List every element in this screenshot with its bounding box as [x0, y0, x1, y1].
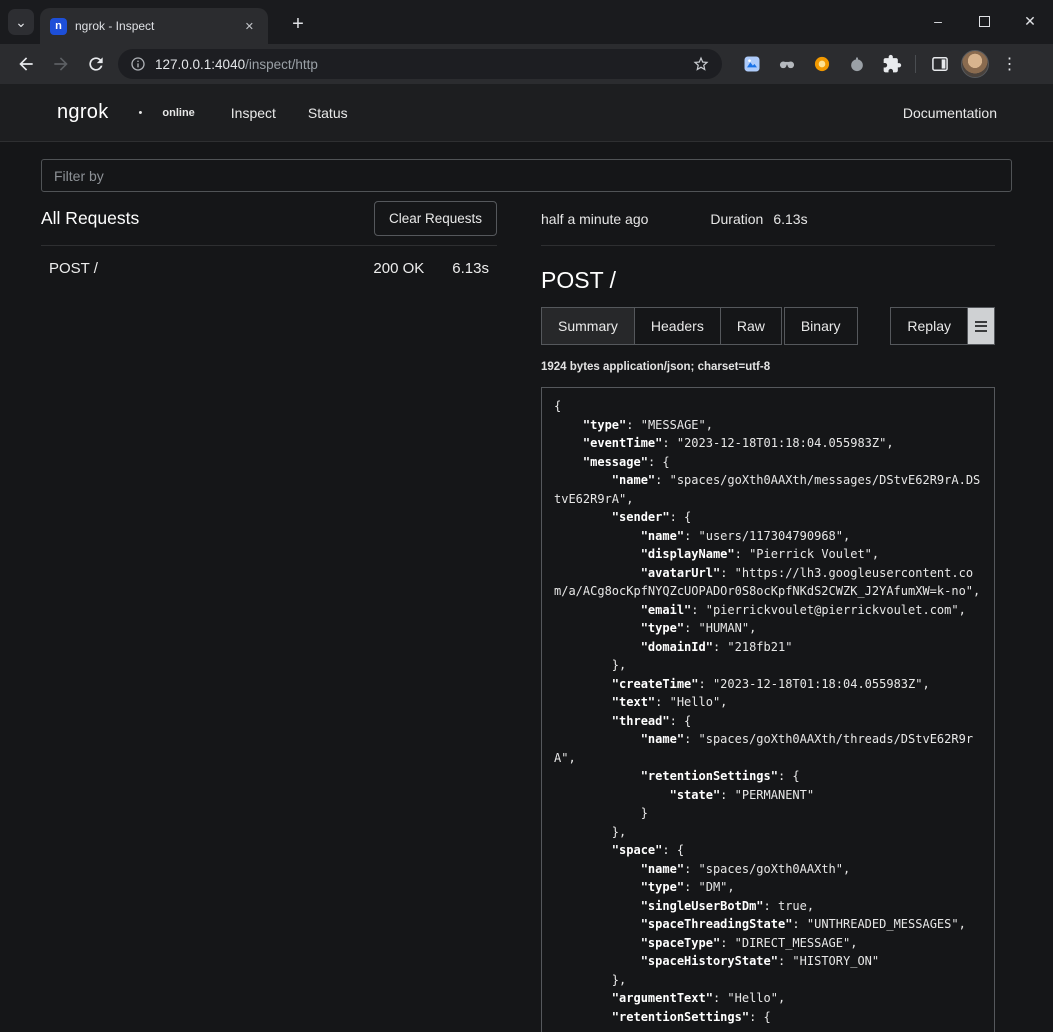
clear-requests-button[interactable]: Clear Requests — [374, 201, 497, 236]
replay-button[interactable]: Replay — [890, 307, 968, 345]
duration-label: Duration — [710, 211, 763, 227]
detail-title: POST / — [541, 267, 995, 294]
tab-strip: ⌄ n ngrok - Inspect ✕ + – ✕ — [0, 0, 1053, 44]
tab-search-button[interactable]: ⌄ — [8, 9, 34, 35]
kebab-menu-icon: ⋮ — [1002, 54, 1018, 74]
maximize-icon — [979, 16, 990, 27]
extension-icon-1[interactable] — [734, 47, 769, 81]
chevron-down-icon: ⌄ — [15, 14, 27, 31]
close-button[interactable]: ✕ — [1007, 0, 1053, 42]
browser-menu-button[interactable]: ⋮ — [992, 47, 1027, 81]
browser-tab[interactable]: n ngrok - Inspect ✕ — [40, 8, 268, 44]
app-nav: Inspect Status — [231, 105, 348, 121]
replay-group: Replay — [890, 307, 995, 345]
back-icon — [16, 54, 36, 74]
detail-tabs: Summary Headers Raw Binary Replay — [541, 307, 995, 345]
extensions-menu-button[interactable] — [874, 47, 909, 81]
duration-group: Duration 6.13s — [710, 211, 807, 227]
duration-value: 6.13s — [773, 211, 807, 227]
minimize-button[interactable]: – — [915, 0, 961, 42]
tab-raw[interactable]: Raw — [720, 307, 782, 345]
detail-header: half a minute ago Duration 6.13s — [541, 192, 995, 246]
ngrok-logo[interactable]: ngrok — [57, 101, 109, 124]
extension-icon-4[interactable] — [839, 47, 874, 81]
nav-status[interactable]: Status — [308, 105, 348, 121]
profile-avatar — [961, 50, 989, 78]
tab-title: ngrok - Inspect — [75, 19, 233, 33]
tab-close-icon[interactable]: ✕ — [241, 18, 258, 35]
browser-window: ⌄ n ngrok - Inspect ✕ + – ✕ — [0, 0, 1053, 84]
plus-icon: + — [292, 13, 304, 36]
extensions-area: ⋮ — [734, 47, 1027, 81]
status-dot-icon: • — [139, 107, 143, 119]
window-controls: – ✕ — [915, 0, 1053, 42]
forward-button[interactable] — [43, 47, 78, 81]
tab-summary[interactable]: Summary — [541, 307, 635, 345]
nav-inspect[interactable]: Inspect — [231, 105, 276, 121]
reload-icon — [86, 54, 106, 74]
replay-options-button[interactable] — [967, 307, 995, 345]
nav-documentation[interactable]: Documentation — [903, 105, 997, 121]
back-button[interactable] — [8, 47, 43, 81]
request-status: 200 OK — [373, 260, 424, 277]
extension-icon-3[interactable] — [804, 47, 839, 81]
filter-input[interactable] — [41, 159, 1012, 192]
content-meta: 1924 bytes application/json; charset=utf… — [541, 361, 995, 373]
app-header: ngrok • online Inspect Status Documentat… — [0, 84, 1053, 142]
side-panel-icon — [930, 54, 950, 74]
request-time-ago: half a minute ago — [541, 211, 648, 227]
maximize-button[interactable] — [961, 0, 1007, 42]
side-panel-button[interactable] — [922, 47, 957, 81]
close-icon: ✕ — [1024, 13, 1036, 30]
bookmark-star-icon[interactable] — [692, 55, 710, 73]
url-text[interactable]: 127.0.0.1:4040/inspect/http — [155, 57, 683, 72]
request-body-code: { "type": "MESSAGE", "eventTime": "2023-… — [541, 387, 995, 1032]
main-content: All Requests Clear Requests POST / 200 O… — [0, 142, 1053, 1032]
tab-binary[interactable]: Binary — [784, 307, 858, 345]
puzzle-icon — [882, 54, 902, 74]
extension-icon-2[interactable] — [769, 47, 804, 81]
request-row[interactable]: POST / 200 OK 6.13s — [41, 246, 497, 291]
request-method-path: POST / — [49, 260, 373, 277]
reload-button[interactable] — [78, 47, 113, 81]
browser-toolbar: 127.0.0.1:4040/inspect/http — [0, 44, 1053, 84]
profile-button[interactable] — [957, 47, 992, 81]
request-detail-panel: half a minute ago Duration 6.13s POST / … — [541, 192, 995, 1032]
toolbar-divider — [915, 55, 916, 73]
new-tab-button[interactable]: + — [284, 10, 312, 38]
requests-panel: All Requests Clear Requests POST / 200 O… — [41, 192, 497, 1032]
all-requests-title: All Requests — [41, 208, 374, 229]
request-duration: 6.13s — [452, 260, 489, 277]
tab-headers[interactable]: Headers — [634, 307, 721, 345]
address-bar[interactable]: 127.0.0.1:4040/inspect/http — [118, 49, 722, 79]
tunnel-status: online — [162, 107, 194, 119]
ngrok-favicon: n — [50, 18, 67, 35]
replay-options-icon — [975, 321, 987, 323]
site-info-icon[interactable] — [130, 56, 146, 72]
minimize-icon: – — [934, 13, 942, 29]
requests-panel-header: All Requests Clear Requests — [41, 192, 497, 246]
forward-icon — [51, 54, 71, 74]
